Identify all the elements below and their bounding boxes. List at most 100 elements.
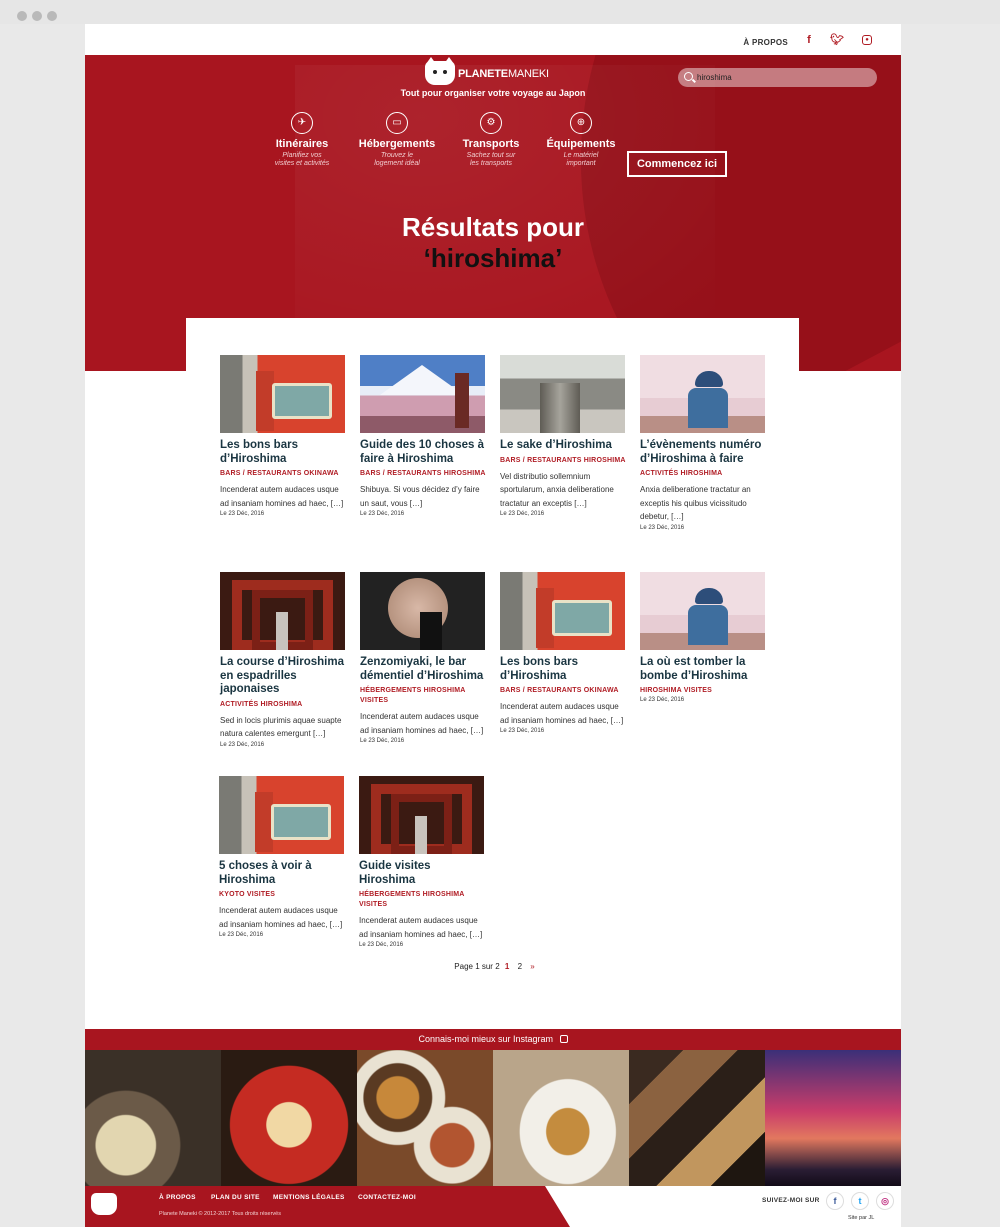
footer-link-contact[interactable]: CONTACTEZ-MOI (358, 1194, 416, 1201)
instagram-icon[interactable]: ◎ (876, 1192, 894, 1210)
page-link-2[interactable]: 2 (518, 962, 522, 971)
browser-chrome (0, 0, 1000, 24)
apropos-link[interactable]: À PROPOS (743, 38, 788, 47)
post-title[interactable]: Les bons bars d’Hiroshima (500, 656, 626, 683)
post-title[interactable]: Guide des 10 choses à faire à Hiroshima (360, 439, 486, 466)
nav-transports[interactable]: ⚙ Transports Sachez tout sur les transpo… (455, 112, 527, 168)
post-excerpt: Vel distributio sollemnium sportularum, … (500, 471, 614, 508)
nav-equipements[interactable]: ⊕ Équipements Le matériel important (543, 112, 619, 168)
post-thumbnail[interactable] (360, 355, 485, 433)
twitter-icon[interactable]: 🐦︎ (830, 33, 844, 47)
post-card[interactable]: La course d’Hiroshima en espadrilles jap… (220, 572, 346, 748)
results-heading: Résultats pour (401, 212, 585, 242)
post-card[interactable]: 5 choses à voir à Hiroshima KYOTO VISITE… (219, 776, 345, 938)
post-title[interactable]: L’évènements numéro d’Hiroshima à faire (640, 439, 766, 466)
post-categories[interactable]: HÉBERGEMENTS HIROSHIMA VISITES (359, 890, 485, 910)
post-title[interactable]: 5 choses à voir à Hiroshima (219, 860, 345, 887)
post-card[interactable]: Zenzomiyaki, le bar démentiel d’Hiroshim… (360, 572, 486, 744)
facebook-icon[interactable]: f (802, 33, 816, 47)
instagram-photo[interactable] (357, 1050, 493, 1186)
facebook-icon[interactable]: f (826, 1192, 844, 1210)
post-title[interactable]: Guide visites Hiroshima (359, 860, 485, 887)
post-thumbnail[interactable] (640, 572, 765, 650)
commencez-ici-button[interactable]: Commencez ici (627, 151, 727, 177)
post-categories[interactable]: ACTIVITÉS HIROSHIMA (220, 700, 346, 710)
footer: À PROPOS PLAN DU SITE MENTIONS LÉGALES C… (85, 1186, 901, 1227)
window-dot (47, 11, 57, 21)
post-thumbnail[interactable] (640, 355, 765, 433)
results-query: ‘hiroshima’ (423, 243, 563, 273)
post-categories[interactable]: BARS / RESTAURANTS HIROSHIMA (500, 456, 626, 466)
post-categories[interactable]: HIROSHIMA VISITES (640, 686, 766, 696)
train-icon: ⚙ (480, 112, 502, 134)
post-card[interactable]: Les bons bars d’Hiroshima BARS / RESTAUR… (220, 355, 346, 517)
post-categories[interactable]: ACTIVITÉS HIROSHIMA (640, 469, 766, 479)
search-icon (684, 72, 693, 81)
search-input[interactable] (697, 71, 867, 84)
nav-sub: Planifiez vos visites et activités (274, 152, 330, 167)
nav-label: Équipements (546, 138, 616, 150)
post-title[interactable]: Le sake d’Hiroshima (500, 439, 626, 453)
post-thumbnail[interactable] (219, 776, 344, 854)
instagram-photo[interactable] (629, 1050, 765, 1186)
post-date: Le 23 Déc, 2016 (360, 511, 405, 517)
post-date: Le 23 Déc, 2016 (359, 942, 404, 948)
bed-icon: ▭ (386, 112, 408, 134)
post-thumbnail[interactable] (220, 355, 345, 433)
post-title[interactable]: La course d’Hiroshima en espadrilles jap… (220, 656, 346, 697)
post-date: Le 23 Déc, 2016 (500, 511, 545, 517)
instagram-photo[interactable] (85, 1050, 221, 1186)
post-excerpt: Shibuya. Si vous décidez d’y faire un sa… (360, 485, 480, 508)
site-credit: Site par JL (848, 1215, 875, 1221)
post-excerpt: Anxia deliberatione tractatur an excepti… (640, 485, 751, 521)
post-title[interactable]: Les bons bars d’Hiroshima (220, 439, 346, 466)
post-categories[interactable]: BARS / RESTAURANTS OKINAWA (500, 686, 626, 696)
post-date: Le 23 Déc, 2016 (220, 741, 265, 748)
site-name: PLANETEMANEKI (458, 68, 549, 80)
twitter-icon[interactable]: t (851, 1192, 869, 1210)
instagram-photo[interactable] (221, 1050, 357, 1186)
nav-sub: Sachez tout sur les transports (466, 152, 516, 167)
post-date: Le 23 Déc, 2016 (640, 697, 685, 703)
nav-sub: Trouvez le logement idéal (374, 152, 420, 167)
footer-link-mentions[interactable]: MENTIONS LÉGALES (273, 1194, 345, 1201)
post-thumbnail[interactable] (359, 776, 484, 854)
post-categories[interactable]: KYOTO VISITES (219, 890, 345, 900)
footer-link-apropos[interactable]: À PROPOS (159, 1194, 196, 1201)
site-tagline: Tout pour organiser votre voyage au Japo… (400, 88, 586, 98)
post-categories[interactable]: BARS / RESTAURANTS HIROSHIMA (360, 469, 486, 479)
post-card[interactable]: L’évènements numéro d’Hiroshima à faire … (640, 355, 766, 531)
post-date: Le 23 Déc, 2016 (500, 728, 545, 734)
follow-label: SUIVEZ-MOI SUR (762, 1197, 820, 1204)
post-title[interactable]: La où est tomber la bombe d’Hiroshima (640, 656, 766, 683)
instagram-icon[interactable]: ● (862, 35, 872, 45)
post-card[interactable]: Les bons bars d’Hiroshima BARS / RESTAUR… (500, 572, 626, 734)
post-categories[interactable]: HÉBERGEMENTS HIROSHIMA VISITES (360, 686, 486, 706)
post-thumbnail[interactable] (360, 572, 485, 650)
instagram-feed (85, 1050, 901, 1186)
post-card[interactable]: Guide des 10 choses à faire à Hiroshima … (360, 355, 486, 517)
cat-logo-icon[interactable] (91, 1193, 117, 1215)
nav-hebergements[interactable]: ▭ Hébergements Trouvez le logement idéal (355, 112, 439, 168)
post-thumbnail[interactable] (500, 355, 625, 433)
post-categories[interactable]: BARS / RESTAURANTS OKINAWA (220, 469, 346, 479)
post-title[interactable]: Zenzomiyaki, le bar démentiel d’Hiroshim… (360, 656, 486, 683)
post-card[interactable]: La où est tomber la bombe d’Hiroshima HI… (640, 572, 766, 703)
post-card[interactable]: Le sake d’Hiroshima BARS / RESTAURANTS H… (500, 355, 626, 517)
page-link-1[interactable]: 1 (505, 962, 509, 971)
footer-link-plan[interactable]: PLAN DU SITE (211, 1194, 260, 1201)
next-page-link[interactable]: » (530, 962, 534, 971)
cat-logo-icon (425, 57, 455, 85)
nav-label: Hébergements (358, 138, 436, 150)
search-box[interactable] (678, 68, 877, 87)
instagram-photo[interactable] (765, 1050, 901, 1186)
nav-itineraires[interactable]: ✈ Itinéraires Planifiez vos visites et a… (267, 112, 337, 168)
post-excerpt: Incenderat autem audaces usque ad insani… (359, 916, 483, 939)
post-card[interactable]: Guide visites Hiroshima HÉBERGEMENTS HIR… (359, 776, 485, 948)
instagram-photo[interactable] (493, 1050, 629, 1186)
post-excerpt: Incenderat autem audaces usque ad insani… (220, 485, 344, 508)
post-thumbnail[interactable] (220, 572, 345, 650)
post-thumbnail[interactable] (500, 572, 625, 650)
post-date: Le 23 Déc, 2016 (220, 511, 265, 517)
post-excerpt: Incenderat autem audaces usque ad insani… (360, 712, 484, 735)
